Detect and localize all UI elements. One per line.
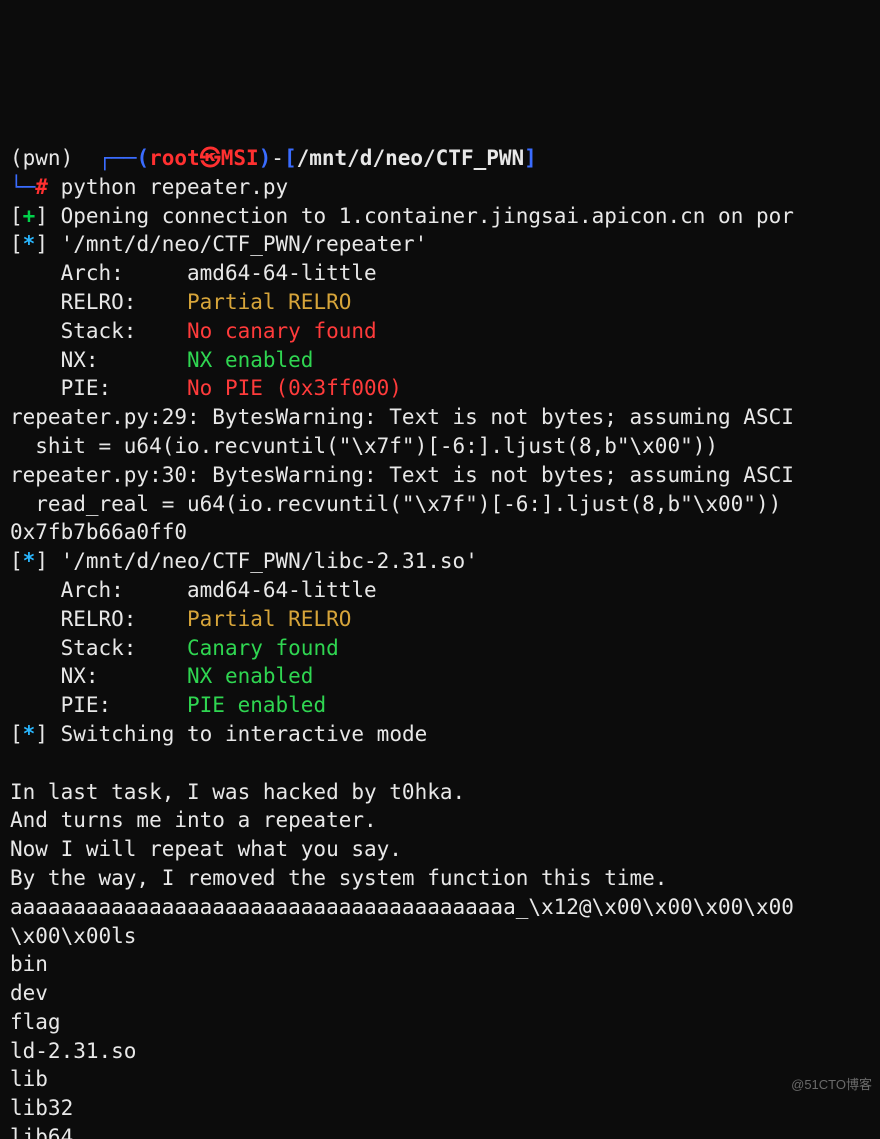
prompt-lparen: ( [136,146,149,170]
open-connection-text: Opening connection to 1.container.jingsa… [61,204,794,228]
file2-rbrack: ] [35,549,60,573]
stack-label: Stack: [10,319,187,343]
story-line-3: Now I will repeat what you say. [10,837,402,861]
warn-line-4: read_real = u64(io.recvuntil("\x7f")[-6:… [10,492,781,516]
pie-label: PIE: [10,693,187,717]
payload-line-1: aaaaaaaaaaaaaaaaaaaaaaaaaaaaaaaaaaaaaaaa… [10,895,794,919]
open-rbrack: ] [35,204,60,228]
story-line-1: In last task, I was hacked by t0hka. [10,780,465,804]
watermark: @51CTO博客 [791,1071,872,1100]
prompt-corner-h: ┌── [99,146,137,170]
arch-label: Arch: [10,578,187,602]
file2-path: '/mnt/d/neo/CTF_PWN/libc-2.31.so' [61,549,478,573]
star-icon: * [23,232,36,256]
leaked-address: 0x7fb7b66a0ff0 [10,520,187,544]
prompt-hash: # [35,175,48,199]
nx-value: NX enabled [187,348,313,372]
prompt-dash: - [271,146,284,170]
pie-label: PIE: [10,376,187,400]
prompt-corner-v: └─ [10,175,35,199]
file2-lbrack: [ [10,549,23,573]
file1-path: '/mnt/d/neo/CTF_PWN/repeater' [61,232,428,256]
arch-value: amd64-64-little [187,578,377,602]
prompt-lbrack: [ [284,146,297,170]
prompt-rparen: ) [259,146,272,170]
relro-value: Partial RELRO [187,290,351,314]
stack-label: Stack: [10,636,187,660]
prompt-user: root [149,146,200,170]
story-line-2: And turns me into a repeater. [10,808,377,832]
warn-line-3: repeater.py:30: BytesWarning: Text is no… [10,463,794,487]
ls-item: lib32 [10,1096,73,1120]
nx-label: NX: [10,348,187,372]
terminal[interactable]: (pwn) ┌──(root㉿MSI)-[/mnt/d/neo/CTF_PWN]… [0,144,880,1139]
ls-item: lib64 [10,1125,73,1139]
env-tag: (pwn) [10,146,73,170]
relro-value: Partial RELRO [187,607,351,631]
file1-lbrack: [ [10,232,23,256]
pie-value: No PIE (0x3ff000) [187,376,402,400]
nx-value: NX enabled [187,664,313,688]
file1-rbrack: ] [35,232,60,256]
pie-value: PIE enabled [187,693,326,717]
switch-lbrack: [ [10,722,23,746]
open-lbrack: [ [10,204,23,228]
ls-item: lib [10,1067,48,1091]
ls-item: flag [10,1010,61,1034]
story-line-4: By the way, I removed the system functio… [10,866,667,890]
ls-item: bin [10,952,48,976]
switch-rbrack: ] [35,722,60,746]
stack-value: No canary found [187,319,377,343]
warn-line-2: shit = u64(io.recvuntil("\x7f")[-6:].lju… [10,434,718,458]
relro-label: RELRO: [10,607,187,631]
star-icon: * [23,549,36,573]
nx-label: NX: [10,664,187,688]
prompt-cwd: /mnt/d/neo/CTF_PWN [297,146,525,170]
plus-icon: + [23,204,36,228]
arch-label: Arch: [10,261,187,285]
command-input[interactable]: python repeater.py [61,175,289,199]
arch-value: amd64-64-little [187,261,377,285]
prompt-rbrack: ] [524,146,537,170]
star-icon: * [23,722,36,746]
payload-line-2: \x00\x00ls [10,924,136,948]
ls-item: dev [10,981,48,1005]
ls-item: ld-2.31.so [10,1039,136,1063]
prompt-host: MSI [221,146,259,170]
stack-value: Canary found [187,636,339,660]
skull-icon: ㉿ [200,146,221,170]
relro-label: RELRO: [10,290,187,314]
warn-line-1: repeater.py:29: BytesWarning: Text is no… [10,405,794,429]
switch-text: Switching to interactive mode [61,722,428,746]
